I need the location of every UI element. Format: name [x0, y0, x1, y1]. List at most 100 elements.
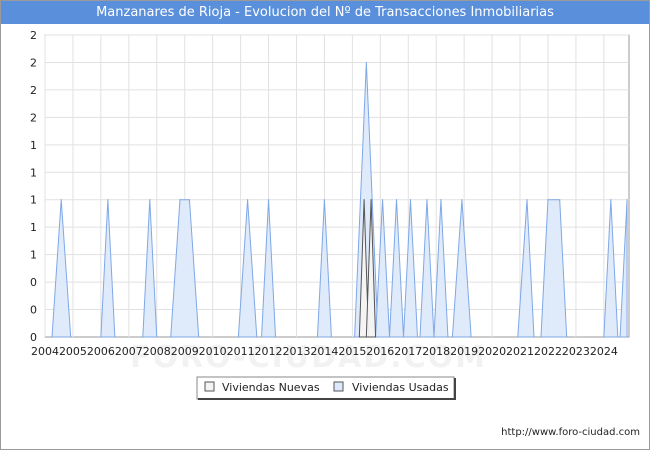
- viviendas-usadas-point: [107, 199, 109, 201]
- y-tick-label: 0: [30, 304, 37, 317]
- viviendas-usadas-area: [237, 199, 258, 338]
- viviendas-usadas-point: [517, 336, 519, 338]
- viviendas-nuevas-point: [365, 336, 367, 338]
- plot-area: [44, 34, 630, 338]
- footer-url: http://www.foro-ciudad.com: [501, 427, 640, 438]
- y-tick-label: 2: [30, 84, 37, 97]
- x-tick-label: 2009: [171, 345, 199, 358]
- viviendas-usadas-point: [354, 336, 356, 338]
- y-tick-label: 0: [30, 331, 37, 344]
- y-tick-label: 2: [30, 111, 37, 124]
- legend-swatch-usadas: [333, 381, 344, 392]
- x-tick-label: 2021: [506, 345, 534, 358]
- legend-swatch-nuevas: [204, 381, 215, 392]
- viviendas-usadas-point: [316, 336, 319, 338]
- viviendas-usadas-point: [610, 199, 612, 201]
- y-tick-label: 1: [30, 249, 37, 262]
- y-tick-label: 1: [30, 139, 37, 152]
- viviendas-usadas-point: [142, 336, 144, 338]
- x-tick-label: 2015: [338, 345, 366, 358]
- viviendas-usadas-area: [389, 199, 405, 338]
- viviendas-usadas-point: [114, 336, 116, 338]
- viviendas-usadas-point: [433, 336, 435, 338]
- x-axis-ticks: 2004 2005 2006 2007 2008 2009 2010 2011 2012 2013…: [31, 345, 618, 358]
- viviendas-usadas-point: [566, 336, 568, 338]
- viviendas-usadas-point: [170, 336, 172, 338]
- viviendas-usadas-area: [451, 199, 472, 338]
- viviendas-usadas-point: [274, 336, 277, 338]
- viviendas-nuevas-point: [363, 199, 365, 201]
- viviendas-usadas-point: [533, 336, 535, 338]
- viviendas-usadas-point: [323, 199, 326, 201]
- viviendas-usadas-point: [237, 336, 239, 338]
- viviendas-usadas-point: [540, 336, 542, 338]
- viviendas-usadas-point: [51, 336, 53, 338]
- viviendas-usadas-point: [365, 61, 367, 64]
- x-tick-label: 2005: [59, 345, 87, 358]
- y-axis-ticks: 0 0 0 1 1 1 1 1 2 2 2 2: [30, 29, 37, 344]
- viviendas-usadas-point: [156, 336, 158, 338]
- viviendas-usadas-point: [409, 199, 412, 201]
- viviendas-usadas-point: [626, 199, 628, 201]
- x-tick-label: 2012: [255, 345, 283, 358]
- viviendas-usadas-point: [330, 336, 333, 338]
- viviendas-usadas-point: [470, 336, 472, 338]
- viviendas-usadas-point: [559, 199, 561, 201]
- viviendas-usadas-point: [395, 199, 398, 201]
- viviendas-usadas-point: [246, 199, 249, 201]
- viviendas-usadas-area: [316, 199, 332, 338]
- viviendas-usadas-point: [526, 199, 528, 201]
- viviendas-usadas-point: [149, 199, 151, 201]
- viviendas-usadas-area: [619, 199, 628, 338]
- x-tick-label: 2013: [282, 345, 310, 358]
- viviendas-usadas-point: [267, 199, 270, 201]
- x-tick-label: 2018: [422, 345, 450, 358]
- y-tick-label: 1: [30, 194, 37, 207]
- viviendas-usadas-area: [603, 199, 619, 338]
- viviendas-usadas-point: [440, 199, 442, 201]
- viviendas-usadas-point: [447, 336, 449, 338]
- y-tick-label: 1: [30, 221, 37, 234]
- viviendas-usadas-point: [461, 199, 463, 201]
- y-tick-label: 2: [30, 56, 37, 69]
- viviendas-usadas-point: [100, 336, 102, 338]
- viviendas-nuevas-point: [358, 336, 360, 338]
- x-tick-label: 2022: [534, 345, 562, 358]
- x-tick-label: 2023: [562, 345, 590, 358]
- viviendas-usadas-point: [70, 336, 72, 338]
- x-tick-label: 2008: [143, 345, 171, 358]
- legend-label-usadas: Viviendas Usadas: [352, 381, 449, 394]
- x-tick-label: 2019: [450, 345, 478, 358]
- viviendas-usadas-point: [416, 336, 419, 338]
- legend-label-nuevas: Viviendas Nuevas: [222, 381, 320, 394]
- viviendas-usadas-area: [142, 199, 158, 338]
- viviendas-usadas-area: [51, 199, 72, 338]
- x-tick-label: 2020: [478, 345, 506, 358]
- viviendas-usadas-point: [179, 199, 181, 201]
- viviendas-usadas-point: [451, 336, 454, 338]
- viviendas-usadas-area: [540, 199, 568, 338]
- x-tick-label: 2011: [227, 345, 255, 358]
- viviendas-usadas-point: [256, 336, 258, 338]
- viviendas-usadas-point: [60, 199, 62, 201]
- viviendas-usadas-area: [100, 199, 116, 338]
- viviendas-usadas-point: [388, 336, 391, 338]
- viviendas-usadas-point: [619, 336, 621, 338]
- legend: Viviendas Nuevas Viviendas Usadas: [196, 376, 456, 400]
- y-tick-label: 2: [30, 29, 37, 42]
- x-tick-label: 2017: [394, 345, 422, 358]
- viviendas-usadas-area: [375, 199, 391, 338]
- viviendas-usadas-point: [426, 199, 428, 201]
- viviendas-usadas-area: [419, 199, 435, 338]
- y-tick-label: 0: [30, 276, 37, 289]
- viviendas-usadas-point: [198, 336, 200, 338]
- chart-svg: 000111112222 2004 2005 2006 2007 2008 2009 201…: [30, 29, 630, 400]
- viviendas-usadas-point: [402, 336, 405, 338]
- viviendas-usadas-area: [261, 199, 277, 338]
- x-tick-label: 2014: [310, 345, 338, 358]
- viviendas-usadas-point: [617, 336, 619, 338]
- viviendas-usadas-point: [260, 336, 263, 338]
- grid-lines: [44, 34, 629, 337]
- x-tick-label: 2016: [366, 345, 394, 358]
- viviendas-usadas-area: [402, 199, 419, 338]
